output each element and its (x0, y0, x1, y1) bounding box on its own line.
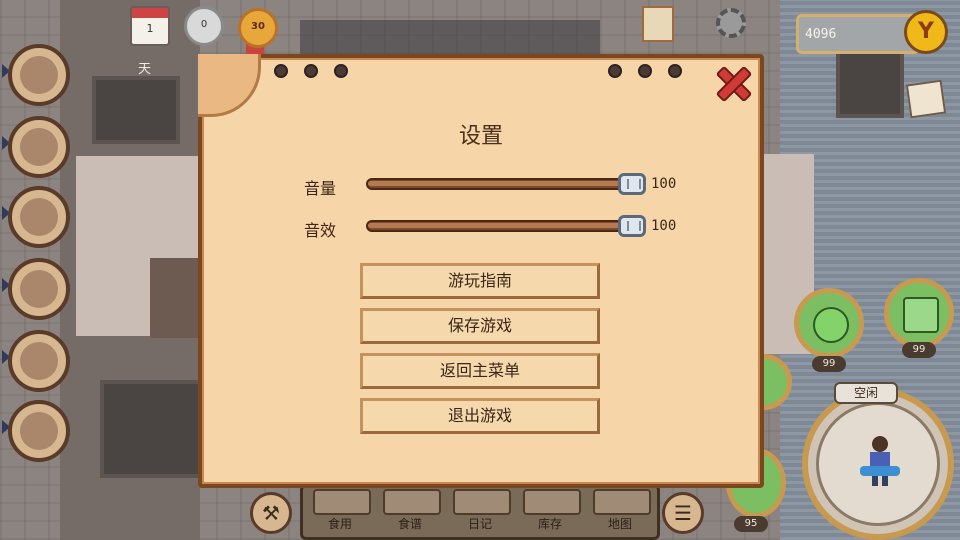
notebook-icon[interactable] (905, 79, 947, 119)
background-window (92, 76, 180, 144)
diary-icon (453, 489, 511, 515)
tab-label: 食谱 (397, 517, 422, 531)
close-button[interactable] (712, 62, 756, 106)
rivet-decoration (274, 64, 288, 78)
dialog-title: 设置 (458, 124, 503, 149)
police-cap-button[interactable] (8, 44, 70, 106)
tab-label: 库存 (537, 517, 562, 531)
tab-diary[interactable]: 日记 (449, 489, 511, 535)
tab-label: 食用 (327, 517, 352, 531)
build-tools-button[interactable]: ⚒ (250, 492, 292, 534)
hamburger-icon: ☰ (674, 501, 692, 525)
stopwatch-value: 0 (200, 19, 208, 30)
rivet-decoration (334, 64, 348, 78)
save-game-button[interactable]: 保存游戏 (360, 308, 600, 344)
quit-game-button[interactable]: 退出游戏 (360, 398, 600, 434)
sfx-value: 100 (651, 218, 677, 234)
sfx-label: 音效 (304, 221, 337, 240)
mood-gauge[interactable] (794, 288, 864, 358)
money-display: 4096 (796, 14, 920, 54)
money-value: 4096 (805, 27, 837, 42)
film-reel-icon (20, 412, 58, 450)
rivet-decoration (608, 64, 622, 78)
medal-value: 30 (251, 21, 265, 32)
food-icon (313, 489, 371, 515)
character-sitting-icon (860, 436, 900, 486)
gear-icon[interactable] (716, 8, 746, 38)
mood-value: 99 (812, 356, 846, 372)
recipe-book-icon (383, 489, 441, 515)
rivet-decoration (668, 64, 682, 78)
volume-slider-knob[interactable] (618, 173, 646, 195)
map-icon (593, 489, 651, 515)
coin-icon[interactable]: Y (904, 10, 948, 54)
beach-button[interactable] (8, 330, 70, 392)
background-shadow (300, 20, 600, 56)
walking-figure-icon (903, 297, 939, 333)
background-window (100, 380, 208, 478)
smiley-icon (813, 307, 849, 343)
status-label: 空闲 (834, 382, 898, 404)
calendar-icon[interactable]: 1 (130, 6, 170, 46)
main-menu-return-button[interactable]: 返回主菜单 (360, 353, 600, 389)
inventory-box-icon (523, 489, 581, 515)
tab-label: 地图 (607, 517, 632, 531)
sfx-slider-track[interactable] (366, 220, 642, 232)
bottom-toolbar: 食用 食谱 日记 库存 地图 (300, 484, 660, 540)
scroll-map-icon[interactable] (642, 6, 674, 42)
volume-slider-fill (368, 181, 640, 186)
volume-label: 音量 (304, 179, 337, 198)
businessman-icon (20, 128, 58, 166)
volume-value: 100 (651, 176, 677, 192)
globe-button[interactable] (8, 186, 70, 248)
document-icon (20, 270, 58, 308)
hammer-wrench-icon: ⚒ (262, 501, 280, 525)
umbrella-icon (20, 342, 58, 380)
sfx-slider-knob[interactable] (618, 215, 646, 237)
tab-map[interactable]: 地图 (589, 489, 651, 535)
rivet-decoration (304, 64, 318, 78)
tab-recipes[interactable]: 食谱 (379, 489, 441, 535)
tab-label: 日记 (467, 517, 492, 531)
globe-icon (20, 198, 58, 236)
background-window (836, 50, 904, 118)
guide-button[interactable]: 游玩指南 (360, 263, 600, 299)
tab-inventory[interactable]: 库存 (519, 489, 581, 535)
tab-eat[interactable]: 食用 (309, 489, 371, 535)
document-button[interactable] (8, 258, 70, 320)
energy-gauge[interactable] (884, 278, 954, 348)
health-value: 95 (734, 516, 768, 532)
police-cap-icon (20, 56, 58, 94)
medal-icon[interactable]: 30 (238, 8, 278, 48)
calendar-day-value: 1 (146, 22, 154, 35)
character-button[interactable] (8, 116, 70, 178)
film-reel-button[interactable] (8, 400, 70, 462)
energy-value: 99 (902, 342, 936, 358)
coin-symbol: Y (918, 19, 934, 44)
main-menu-button[interactable]: ☰ (662, 492, 704, 534)
stopwatch-icon[interactable]: 0 (184, 6, 224, 46)
rivet-decoration (638, 64, 652, 78)
day-label: 天 (138, 62, 152, 77)
sfx-slider-fill (368, 223, 640, 228)
volume-slider-track[interactable] (366, 178, 642, 190)
